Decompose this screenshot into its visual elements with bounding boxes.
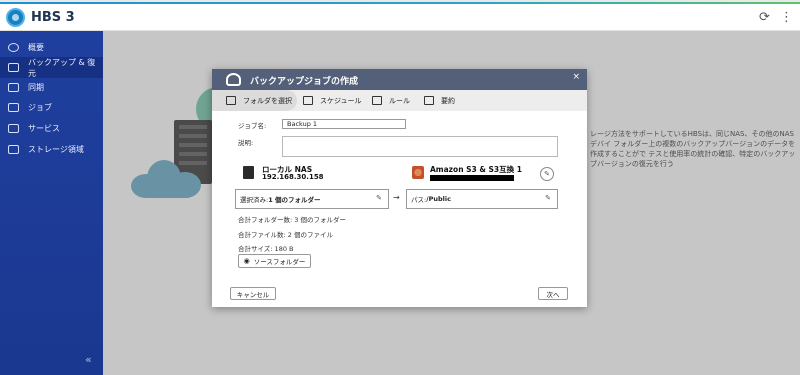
sidebar-item-label: 同期 xyxy=(28,83,44,92)
backup-job-icon xyxy=(226,73,241,86)
wizard-tabs: フォルダを選択 スケジュール ルール 要約 xyxy=(212,90,587,111)
app-title: HBS 3 xyxy=(31,10,75,25)
backup-icon xyxy=(8,63,19,72)
services-icon xyxy=(8,124,19,133)
sidebar-item-jobs[interactable]: ジョブ xyxy=(0,97,103,118)
eye-icon: ◉ xyxy=(243,257,250,265)
sidebar-item-overview[interactable]: 概要 xyxy=(0,37,103,58)
description-label: 説明: xyxy=(238,139,254,147)
nas-icon xyxy=(243,166,254,179)
total-folders: 合計フォルダー数: 3 個のフォルダー xyxy=(238,216,346,224)
storage-icon xyxy=(8,145,19,154)
close-icon[interactable]: × xyxy=(572,72,580,82)
description-input[interactable] xyxy=(282,136,558,157)
sync-icon xyxy=(8,83,19,92)
source-folder-button[interactable]: ◉ ソースフォルダー xyxy=(238,254,311,268)
total-size: 合計サイズ: 180 B xyxy=(238,245,294,253)
collapse-sidebar-icon[interactable]: « xyxy=(85,353,92,366)
source-ip: 192.168.30.158 xyxy=(262,173,324,181)
sidebar-item-label: 概要 xyxy=(28,43,44,52)
cancel-button[interactable]: キャンセル xyxy=(230,287,276,300)
more-vertical-icon[interactable]: ⋮ xyxy=(780,10,793,25)
rules-icon xyxy=(372,96,382,105)
hbs-logo-icon xyxy=(6,8,25,27)
dialog-header: バックアップジョブの作成 × xyxy=(212,69,587,90)
edit-destination-icon[interactable]: ✎ xyxy=(540,167,554,181)
next-button[interactable]: 次へ xyxy=(538,287,568,300)
total-files: 合計ファイル数: 2 個のファイル xyxy=(238,231,333,239)
tab-summary[interactable]: 要約 xyxy=(424,90,455,111)
tab-label: スケジュール xyxy=(320,96,362,105)
sidebar-item-label: サービス xyxy=(28,124,60,133)
destination-path-box[interactable]: パス: /Public ✎ xyxy=(406,189,558,209)
selected-folders-box[interactable]: 選択済み: 1 個のフォルダー ✎ xyxy=(235,189,389,209)
job-name-label: ジョブ名: xyxy=(238,122,267,130)
summary-icon xyxy=(424,96,434,105)
selected-prefix: 選択済み: xyxy=(240,196,269,204)
edit-icon[interactable]: ✎ xyxy=(376,194,382,202)
jobs-icon xyxy=(8,103,19,112)
arrow-icon: → xyxy=(393,193,400,202)
tab-label: 要約 xyxy=(441,96,455,105)
app-header: HBS 3 ⟳ ⋮ xyxy=(0,4,800,31)
sidebar-item-label: ジョブ xyxy=(28,103,52,112)
tab-select-folder[interactable]: フォルダを選択 xyxy=(212,90,297,111)
path-value: /Public xyxy=(426,195,451,203)
folder-select-icon xyxy=(226,96,236,105)
source-folder-label: ソースフォルダー xyxy=(253,258,306,266)
destination-name: Amazon S3 & S3互換 1 xyxy=(430,165,522,174)
path-prefix: パス: xyxy=(411,196,427,204)
redacted-bar xyxy=(430,175,514,181)
job-name-input[interactable]: Backup 1 xyxy=(282,119,406,129)
dialog-title: バックアップジョブの作成 xyxy=(250,77,359,87)
refresh-icon[interactable]: ⟳ xyxy=(759,10,770,25)
sidebar-item-label: ストレージ領域 xyxy=(28,145,84,154)
sidebar-item-storage[interactable]: ストレージ領域 xyxy=(0,139,103,160)
create-backup-job-dialog: バックアップジョブの作成 × フォルダを選択 スケジュール ルール 要約 ジョブ… xyxy=(212,69,587,307)
sidebar: 概要 バックアップ & 復元 同期 ジョブ サービス ストレージ領域 « xyxy=(0,31,103,375)
sidebar-item-backup-restore[interactable]: バックアップ & 復元 xyxy=(0,57,103,78)
tab-rules[interactable]: ルール xyxy=(372,90,410,111)
tab-label: フォルダを選択 xyxy=(243,96,292,105)
edit-icon[interactable]: ✎ xyxy=(545,194,551,202)
sidebar-item-services[interactable]: サービス xyxy=(0,118,103,139)
tab-label: ルール xyxy=(389,96,410,105)
calendar-icon xyxy=(303,96,313,105)
tab-schedule[interactable]: スケジュール xyxy=(303,90,362,111)
amazon-s3-icon xyxy=(412,166,424,179)
selected-value: 1 個のフォルダー xyxy=(268,196,321,204)
overview-icon xyxy=(8,43,19,52)
sidebar-item-sync[interactable]: 同期 xyxy=(0,77,103,98)
sidebar-item-label: バックアップ & 復元 xyxy=(27,57,96,78)
